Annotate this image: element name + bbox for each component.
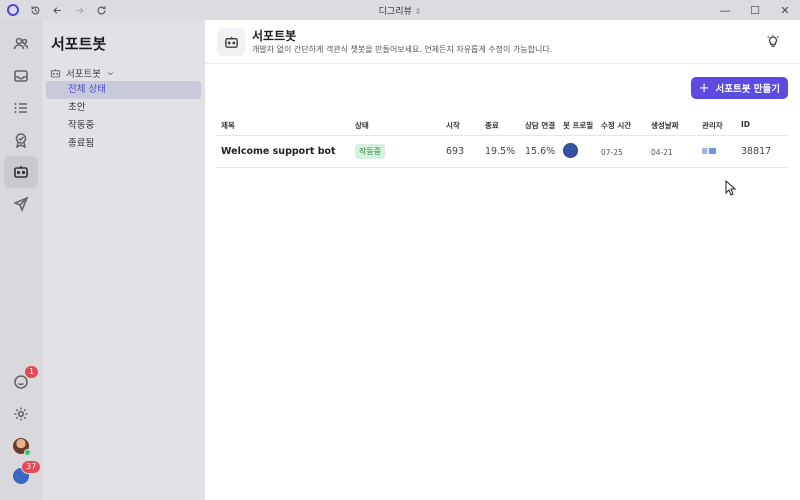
sidebar: 서포트봇 서포트봇 전체 상태 초안 작동중 종료됨 [42, 20, 205, 500]
rail-contacts[interactable] [4, 28, 38, 60]
inbox-icon [14, 70, 28, 82]
bot-icon [50, 68, 61, 77]
rail-inbox[interactable] [4, 60, 38, 92]
gear-icon [14, 407, 28, 421]
rail-send[interactable] [4, 188, 38, 220]
rail-list[interactable] [4, 92, 38, 124]
chevron-down-icon [107, 71, 113, 75]
create-button-label: 서포트봇 만들기 [715, 84, 781, 95]
row-start: 693 [446, 146, 465, 157]
history-icon[interactable] [28, 3, 42, 17]
table-row[interactable]: Welcome support bot 작동중 693 19.5% 15.6% … [217, 136, 788, 168]
icon-rail: 1 37 [0, 20, 42, 500]
bot-icon [14, 166, 28, 178]
title-bar: 디그리뷰 ⇳ — ☐ ✕ [0, 0, 800, 20]
col-status[interactable]: 상태 [355, 120, 369, 131]
sidebar-group-label: 서포트봇 [66, 69, 101, 80]
col-end[interactable]: 종료 [485, 120, 499, 131]
minimize-button[interactable]: — [710, 0, 740, 20]
sidebar-item-active[interactable]: 작동중 [46, 117, 201, 135]
award-icon [15, 133, 27, 148]
row-id: 38817 [741, 146, 772, 157]
col-start[interactable]: 시작 [446, 120, 460, 131]
sidebar-item-ended[interactable]: 종료됨 [46, 135, 201, 153]
page-subtitle: 개발자 없이 간단하게 객관식 챗봇을 만들어보세요. 언제든지 자유롭게 수정… [252, 45, 553, 54]
manager-avatar [702, 148, 716, 154]
window-title[interactable]: 디그리뷰 ⇳ [0, 4, 800, 17]
title-chevron-icon: ⇳ [414, 6, 422, 16]
col-title[interactable]: 제목 [221, 120, 235, 131]
lightbulb-icon[interactable] [766, 33, 782, 49]
main-content: 서포트봇 개발자 없이 간단하게 객관식 챗봇을 만들어보세요. 언제든지 자유… [205, 20, 800, 500]
row-title: Welcome support bot [221, 146, 336, 157]
bot-profile-image [563, 143, 578, 158]
sidebar-item-all[interactable]: 전체 상태 [46, 81, 201, 99]
col-consult[interactable]: 상담 연결 [525, 120, 555, 131]
forward-arrow-icon[interactable] [72, 3, 86, 17]
page-header: 서포트봇 개발자 없이 간단하게 객관식 챗봇을 만들어보세요. 언제든지 자유… [205, 20, 800, 64]
send-icon [13, 196, 29, 212]
rail-profile[interactable] [4, 430, 38, 462]
col-bot-profile[interactable]: 봇 프로필 [563, 120, 593, 131]
app-logo-icon [6, 3, 20, 17]
users-icon [13, 37, 29, 50]
table-header: 제목 상태 시작 종료 상담 연결 봇 프로필 수정 시간 생성날짜 관리자 I… [217, 114, 788, 136]
close-button[interactable]: ✕ [770, 0, 800, 20]
rail-notifications[interactable]: 1 [4, 365, 40, 398]
avatar [13, 438, 31, 456]
window-title-text: 디그리뷰 [378, 6, 412, 17]
create-supportbot-button[interactable]: + 서포트봇 만들기 [690, 77, 788, 99]
plus-icon: + [698, 80, 710, 96]
rail-workspace[interactable]: 37 [4, 460, 42, 492]
col-created[interactable]: 생성날짜 [651, 120, 679, 131]
rail-supportbot[interactable] [4, 156, 38, 188]
row-created: 04-21 [651, 148, 673, 157]
col-modified[interactable]: 수정 시간 [601, 120, 631, 131]
sidebar-heading: 서포트봇 [51, 35, 107, 53]
header-bot-icon [217, 28, 245, 56]
supportbot-table: 제목 상태 시작 종료 상담 연결 봇 프로필 수정 시간 생성날짜 관리자 I… [217, 114, 788, 168]
rail-badge[interactable] [4, 124, 38, 156]
online-status-dot [24, 449, 31, 456]
sidebar-group-supportbot[interactable]: 서포트봇 [50, 66, 115, 80]
back-arrow-icon[interactable] [50, 3, 64, 17]
col-manager[interactable]: 관리자 [702, 120, 723, 131]
row-end: 19.5% [485, 146, 516, 157]
maximize-button[interactable]: ☐ [740, 0, 770, 20]
status-badge: 작동중 [355, 144, 386, 159]
row-consult: 15.6% [525, 146, 556, 157]
sidebar-item-draft[interactable]: 초안 [46, 99, 201, 117]
notification-badge: 1 [24, 365, 40, 379]
list-icon [14, 103, 27, 113]
workspace-badge: 37 [21, 460, 42, 474]
page-title: 서포트봇 [252, 29, 297, 43]
row-modified: 07-25 [601, 148, 623, 157]
refresh-icon[interactable] [94, 3, 108, 17]
mouse-cursor-icon [725, 180, 737, 196]
col-id[interactable]: ID [741, 120, 750, 129]
rail-settings[interactable] [4, 398, 38, 430]
